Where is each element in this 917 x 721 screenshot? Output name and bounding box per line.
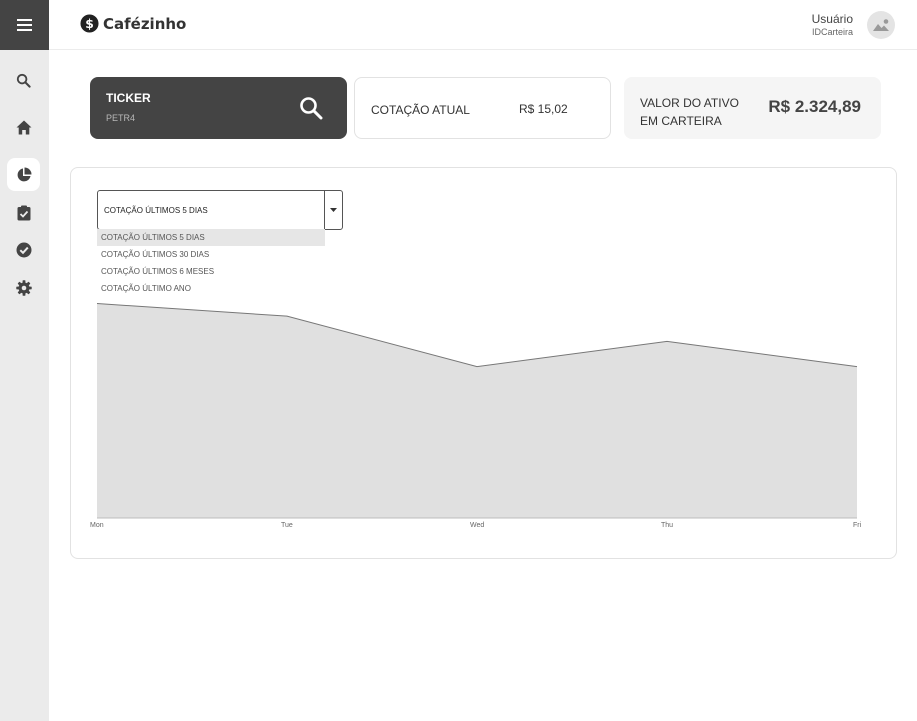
check-circle-icon [16, 242, 31, 257]
sidebar-item-search[interactable] [7, 64, 40, 97]
current-quote-label: COTAÇÃO ATUAL [371, 103, 470, 117]
asset-value-card: VALOR DO ATIVO EM CARTEIRA R$ 2.324,89 [624, 77, 881, 139]
search-icon [16, 73, 31, 88]
period-option-1-year[interactable]: COTAÇÃO ÚLTIMO ANO [97, 280, 325, 297]
x-tick-label: Mon [90, 522, 104, 529]
chart-area-fill [97, 303, 857, 518]
period-option-30-days[interactable]: COTAÇÃO ÚLTIMOS 30 DIAS [97, 246, 325, 263]
sidebar-item-tasks[interactable] [7, 196, 40, 229]
ticker-value: PETR4 [106, 113, 136, 123]
dollar-coin-icon: $ [80, 14, 99, 33]
period-select-toggle[interactable] [324, 191, 342, 229]
x-tick-label: Thu [661, 522, 674, 529]
pie-chart-icon [17, 167, 31, 181]
current-quote-card: COTAÇÃO ATUAL R$ 15,02 [354, 77, 611, 139]
period-dropdown: COTAÇÃO ÚLTIMOS 5 DIAS COTAÇÃO ÚLTIMOS 3… [97, 229, 325, 297]
period-select-value: COTAÇÃO ÚLTIMOS 5 DIAS [104, 206, 208, 215]
image-placeholder-icon [873, 19, 889, 31]
ticker-card[interactable]: TICKER PETR4 [90, 77, 347, 139]
asset-value-value: R$ 2.324,89 [768, 97, 861, 116]
x-tick-label: Tue [281, 522, 293, 529]
avatar[interactable] [867, 11, 895, 39]
sidebar-item-done[interactable] [7, 233, 40, 266]
asset-value-label: VALOR DO ATIVO EM CARTEIRA [640, 96, 739, 128]
caret-down-icon [330, 208, 337, 212]
period-option-5-days[interactable]: COTAÇÃO ÚLTIMOS 5 DIAS [97, 229, 325, 246]
period-option-6-months[interactable]: COTAÇÃO ÚLTIMOS 6 MESES [97, 263, 325, 280]
sidebar-item-home[interactable] [7, 111, 40, 144]
user-info: Usuário IDCarteira [812, 12, 853, 39]
ticker-search-button[interactable] [299, 96, 323, 125]
x-tick-label: Wed [470, 522, 485, 529]
current-quote-value: R$ 15,02 [519, 102, 568, 116]
period-select[interactable]: COTAÇÃO ÚLTIMOS 5 DIAS [97, 190, 343, 230]
clipboard-check-icon [17, 205, 30, 220]
sidebar-item-portfolio[interactable] [7, 158, 40, 191]
sidebar [0, 0, 49, 721]
top-bar: $ Cafézinho Usuário IDCarteira [49, 0, 917, 50]
hamburger-menu-button[interactable] [0, 0, 49, 50]
gear-icon [15, 279, 32, 296]
search-icon [300, 97, 323, 120]
home-icon [16, 120, 31, 135]
user-name: Usuário [811, 12, 853, 26]
user-wallet-id: IDCarteira [811, 27, 853, 37]
ticker-label: TICKER [106, 91, 151, 105]
sidebar-item-settings[interactable] [7, 271, 40, 304]
chart-panel: Mon Tue Wed Thu Fri COTAÇÃO ÚLTIMOS 5 DIAS C… [70, 167, 897, 559]
x-tick-label: Fri [853, 522, 862, 529]
hamburger-icon [17, 19, 32, 31]
app-name: Cafézinho [103, 14, 187, 33]
svg-text:$: $ [85, 17, 94, 31]
app-logo[interactable]: $ Cafézinho [80, 14, 186, 33]
